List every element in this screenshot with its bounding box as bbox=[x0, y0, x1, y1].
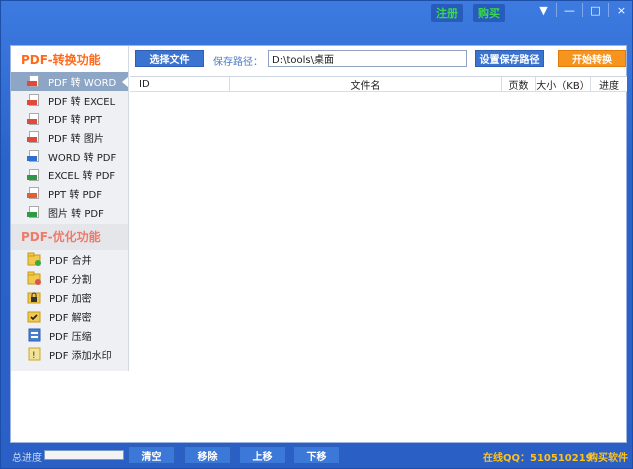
register-link[interactable]: 注册 bbox=[431, 4, 463, 22]
sidebar-item-optimize[interactable]: PDF 解密 bbox=[11, 307, 128, 326]
app-window: 注册 购买 ▼ — □ × PDF-转换功能 PDF 转 WORD PDF 转 E… bbox=[0, 0, 633, 469]
lock-folder-icon bbox=[27, 290, 42, 304]
sidebar-item-optimize[interactable]: PDF 加密 bbox=[11, 288, 128, 307]
close-icon[interactable]: × bbox=[609, 1, 633, 19]
window-controls: ▼ — □ × bbox=[531, 1, 633, 19]
maximize-icon[interactable]: □ bbox=[583, 1, 608, 19]
sidebar-item-label: PPT 转 PDF bbox=[48, 189, 103, 201]
convert-list: PDF 转 WORD PDF 转 EXCEL PDF 转 PPT PDF 转 图片 WO… bbox=[11, 72, 128, 222]
sidebar-item-optimize[interactable]: PDF 合并 bbox=[11, 250, 128, 269]
sidebar-item-label: PDF 转 WORD bbox=[48, 77, 117, 89]
select-file-button[interactable]: 选择文件 bbox=[135, 50, 204, 67]
sidebar-item-label: PDF 转 PPT bbox=[48, 115, 103, 127]
bottom-bar: 总进度 清空 移除 上移 下移 在线QQ：510510219 购买软件 bbox=[1, 443, 633, 469]
col-id[interactable]: ID bbox=[130, 77, 230, 91]
sidebar-item-label: WORD 转 PDF bbox=[48, 152, 117, 164]
merge-folder-icon bbox=[27, 252, 42, 266]
table-header: ID 文件名 页数 大小（KB） 进度 bbox=[130, 77, 627, 92]
pdf-file-icon bbox=[27, 75, 41, 88]
move-down-button[interactable]: 下移 bbox=[293, 446, 340, 464]
col-progress[interactable]: 进度 bbox=[591, 77, 627, 92]
sidebar-item-label: PDF 分割 bbox=[49, 274, 92, 286]
menu-dropdown-icon[interactable]: ▼ bbox=[531, 1, 556, 19]
sidebar-item-label: PDF 压缩 bbox=[49, 331, 92, 343]
col-pages[interactable]: 页数 bbox=[502, 77, 536, 92]
start-convert-button[interactable]: 开始转换 bbox=[558, 50, 626, 67]
pdf-file-icon bbox=[27, 112, 41, 125]
save-path-label: 保存路径： bbox=[213, 57, 263, 68]
sidebar-item-label: EXCEL 转 PDF bbox=[48, 171, 116, 183]
sidebar-item-convert[interactable]: PDF 转 EXCEL bbox=[11, 91, 128, 110]
buy-link[interactable]: 购买 bbox=[473, 4, 505, 22]
remove-button[interactable]: 移除 bbox=[184, 446, 231, 464]
sidebar-item-label: PDF 添加水印 bbox=[49, 350, 112, 362]
total-progress-bar bbox=[44, 450, 124, 460]
sidebar-item-label: PDF 转 图片 bbox=[48, 133, 104, 145]
image-file-icon bbox=[27, 206, 41, 219]
sidebar-item-optimize[interactable]: PDF 压缩 bbox=[11, 326, 128, 345]
compress-icon bbox=[27, 328, 42, 342]
title-bar: 注册 购买 ▼ — □ × bbox=[1, 1, 633, 23]
clear-button[interactable]: 清空 bbox=[128, 446, 175, 464]
split-folder-icon bbox=[27, 271, 42, 285]
set-save-path-button[interactable]: 设置保存路径 bbox=[475, 50, 544, 67]
file-table: ID 文件名 页数 大小（KB） 进度 bbox=[130, 76, 627, 443]
sidebar-item-convert[interactable]: 图片 转 PDF bbox=[11, 203, 128, 222]
save-path-input[interactable] bbox=[268, 50, 467, 67]
optimize-section-title: PDF-优化功能 bbox=[11, 223, 128, 250]
sidebar-item-convert[interactable]: WORD 转 PDF bbox=[11, 147, 128, 166]
sidebar-item-convert[interactable]: EXCEL 转 PDF bbox=[11, 165, 128, 184]
ppt-file-icon bbox=[27, 187, 41, 200]
sidebar-item-label: 图片 转 PDF bbox=[48, 208, 104, 220]
col-size[interactable]: 大小（KB） bbox=[536, 77, 591, 92]
client-area: PDF-转换功能 PDF 转 WORD PDF 转 EXCEL PDF 转 PPT P… bbox=[10, 45, 627, 443]
sidebar-item-optimize[interactable]: ! PDF 添加水印 bbox=[11, 345, 128, 364]
pdf-file-icon bbox=[27, 131, 41, 144]
watermark-icon: ! bbox=[27, 347, 42, 361]
sidebar-item-convert[interactable]: PDF 转 WORD bbox=[11, 72, 128, 91]
sidebar: PDF-转换功能 PDF 转 WORD PDF 转 EXCEL PDF 转 PPT P… bbox=[11, 46, 129, 371]
minimize-icon[interactable]: — bbox=[557, 1, 582, 19]
pdf-file-icon bbox=[27, 94, 41, 107]
optimize-list: PDF 合并 PDF 分割 PDF 加密 PDF 解密 PDF 压缩! PDF 添加水印 bbox=[11, 250, 128, 364]
move-up-button[interactable]: 上移 bbox=[239, 446, 286, 464]
svg-text:!: ! bbox=[32, 351, 36, 361]
sidebar-item-convert[interactable]: PDF 转 PPT bbox=[11, 109, 128, 128]
sidebar-item-label: PDF 加密 bbox=[49, 293, 92, 305]
sidebar-item-label: PDF 转 EXCEL bbox=[48, 96, 116, 108]
table-body[interactable] bbox=[130, 92, 627, 442]
sidebar-item-optimize[interactable]: PDF 分割 bbox=[11, 269, 128, 288]
title-links: 注册 购买 bbox=[431, 4, 505, 22]
total-progress-label: 总进度 bbox=[12, 453, 42, 464]
word-file-icon bbox=[27, 150, 41, 163]
sidebar-item-label: PDF 解密 bbox=[49, 312, 92, 324]
col-filename[interactable]: 文件名 bbox=[230, 77, 502, 92]
convert-section-title: PDF-转换功能 bbox=[11, 46, 128, 72]
excel-file-icon bbox=[27, 168, 41, 181]
unlock-folder-icon bbox=[27, 309, 42, 323]
qq-contact[interactable]: 在线QQ：510510219 bbox=[483, 449, 593, 464]
sidebar-item-convert[interactable]: PPT 转 PDF bbox=[11, 184, 128, 203]
sidebar-item-label: PDF 合并 bbox=[49, 255, 92, 267]
sidebar-item-convert[interactable]: PDF 转 图片 bbox=[11, 128, 128, 147]
buy-software-link[interactable]: 购买软件 bbox=[588, 449, 628, 464]
